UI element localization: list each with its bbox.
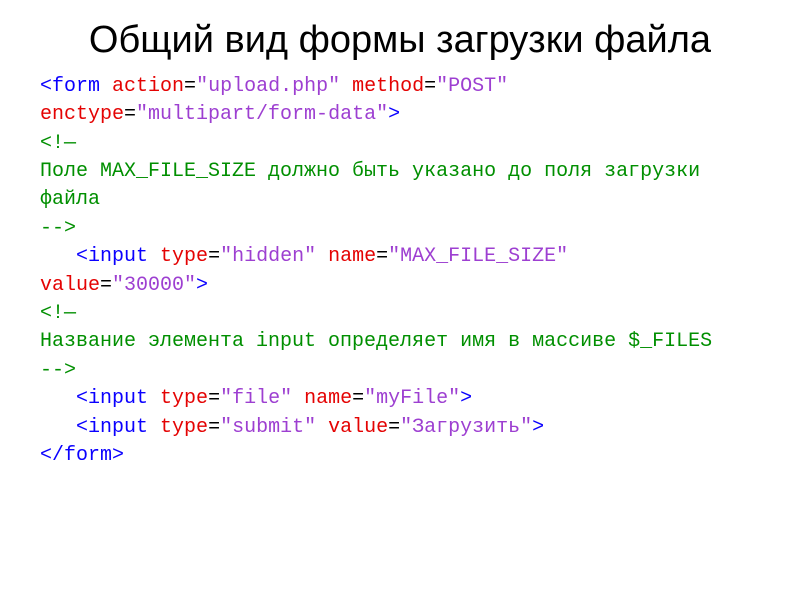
comment-close: -->: [40, 217, 76, 240]
page-title: Общий вид формы загрузки файла: [40, 18, 760, 63]
tag-input-open: <input: [76, 416, 148, 439]
val-enctype: "multipart/form-data": [136, 103, 388, 126]
val-name-myfile: "myFile": [364, 387, 460, 410]
equals: =: [100, 274, 112, 297]
comment-open: <!—: [40, 132, 76, 155]
attr-name: name: [304, 387, 352, 410]
indent: [40, 416, 76, 439]
val-type-submit: "submit": [220, 416, 316, 439]
attr-enctype: enctype: [40, 103, 124, 126]
space: [148, 245, 160, 268]
comment-text: Поле MAX_FILE_SIZE должно быть указано д…: [40, 160, 712, 211]
attr-type: type: [160, 416, 208, 439]
comment-open: <!—: [40, 302, 76, 325]
val-type-hidden: "hidden": [220, 245, 316, 268]
code-block: <form action="upload.php" method="POST" …: [40, 73, 760, 470]
val-value-30000: "30000": [112, 274, 196, 297]
val-method: "POST": [436, 75, 508, 98]
equals: =: [184, 75, 196, 98]
tag-close-gt: >: [460, 387, 472, 410]
space: [316, 416, 328, 439]
attr-action: action: [112, 75, 184, 98]
space: [100, 75, 112, 98]
val-value-upload: "Загрузить": [400, 416, 532, 439]
space: [148, 416, 160, 439]
equals: =: [388, 416, 400, 439]
attr-value: value: [328, 416, 388, 439]
tag-form-open: <form: [40, 75, 100, 98]
tag-close-gt: >: [388, 103, 400, 126]
equals: =: [352, 387, 364, 410]
attr-value: value: [40, 274, 100, 297]
comment-close: -->: [40, 359, 76, 382]
tag-close-gt: >: [532, 416, 544, 439]
space: [316, 245, 328, 268]
attr-name: name: [328, 245, 376, 268]
equals: =: [424, 75, 436, 98]
val-name-maxfile: "MAX_FILE_SIZE": [388, 245, 568, 268]
slide: Общий вид формы загрузки файла <form act…: [0, 0, 800, 600]
tag-form-close: </form>: [40, 444, 124, 467]
space: [148, 387, 160, 410]
comment-text: Название элемента input определяет имя в…: [40, 330, 712, 353]
equals: =: [124, 103, 136, 126]
attr-type: type: [160, 245, 208, 268]
equals: =: [208, 416, 220, 439]
tag-input-open: <input: [76, 245, 148, 268]
equals: =: [376, 245, 388, 268]
attr-method: method: [352, 75, 424, 98]
equals: =: [208, 387, 220, 410]
indent: [40, 245, 76, 268]
val-action: "upload.php": [196, 75, 340, 98]
equals: =: [208, 245, 220, 268]
space: [340, 75, 352, 98]
attr-type: type: [160, 387, 208, 410]
indent: [40, 387, 76, 410]
val-type-file: "file": [220, 387, 292, 410]
space: [292, 387, 304, 410]
tag-close-gt: >: [196, 274, 208, 297]
tag-input-open: <input: [76, 387, 148, 410]
